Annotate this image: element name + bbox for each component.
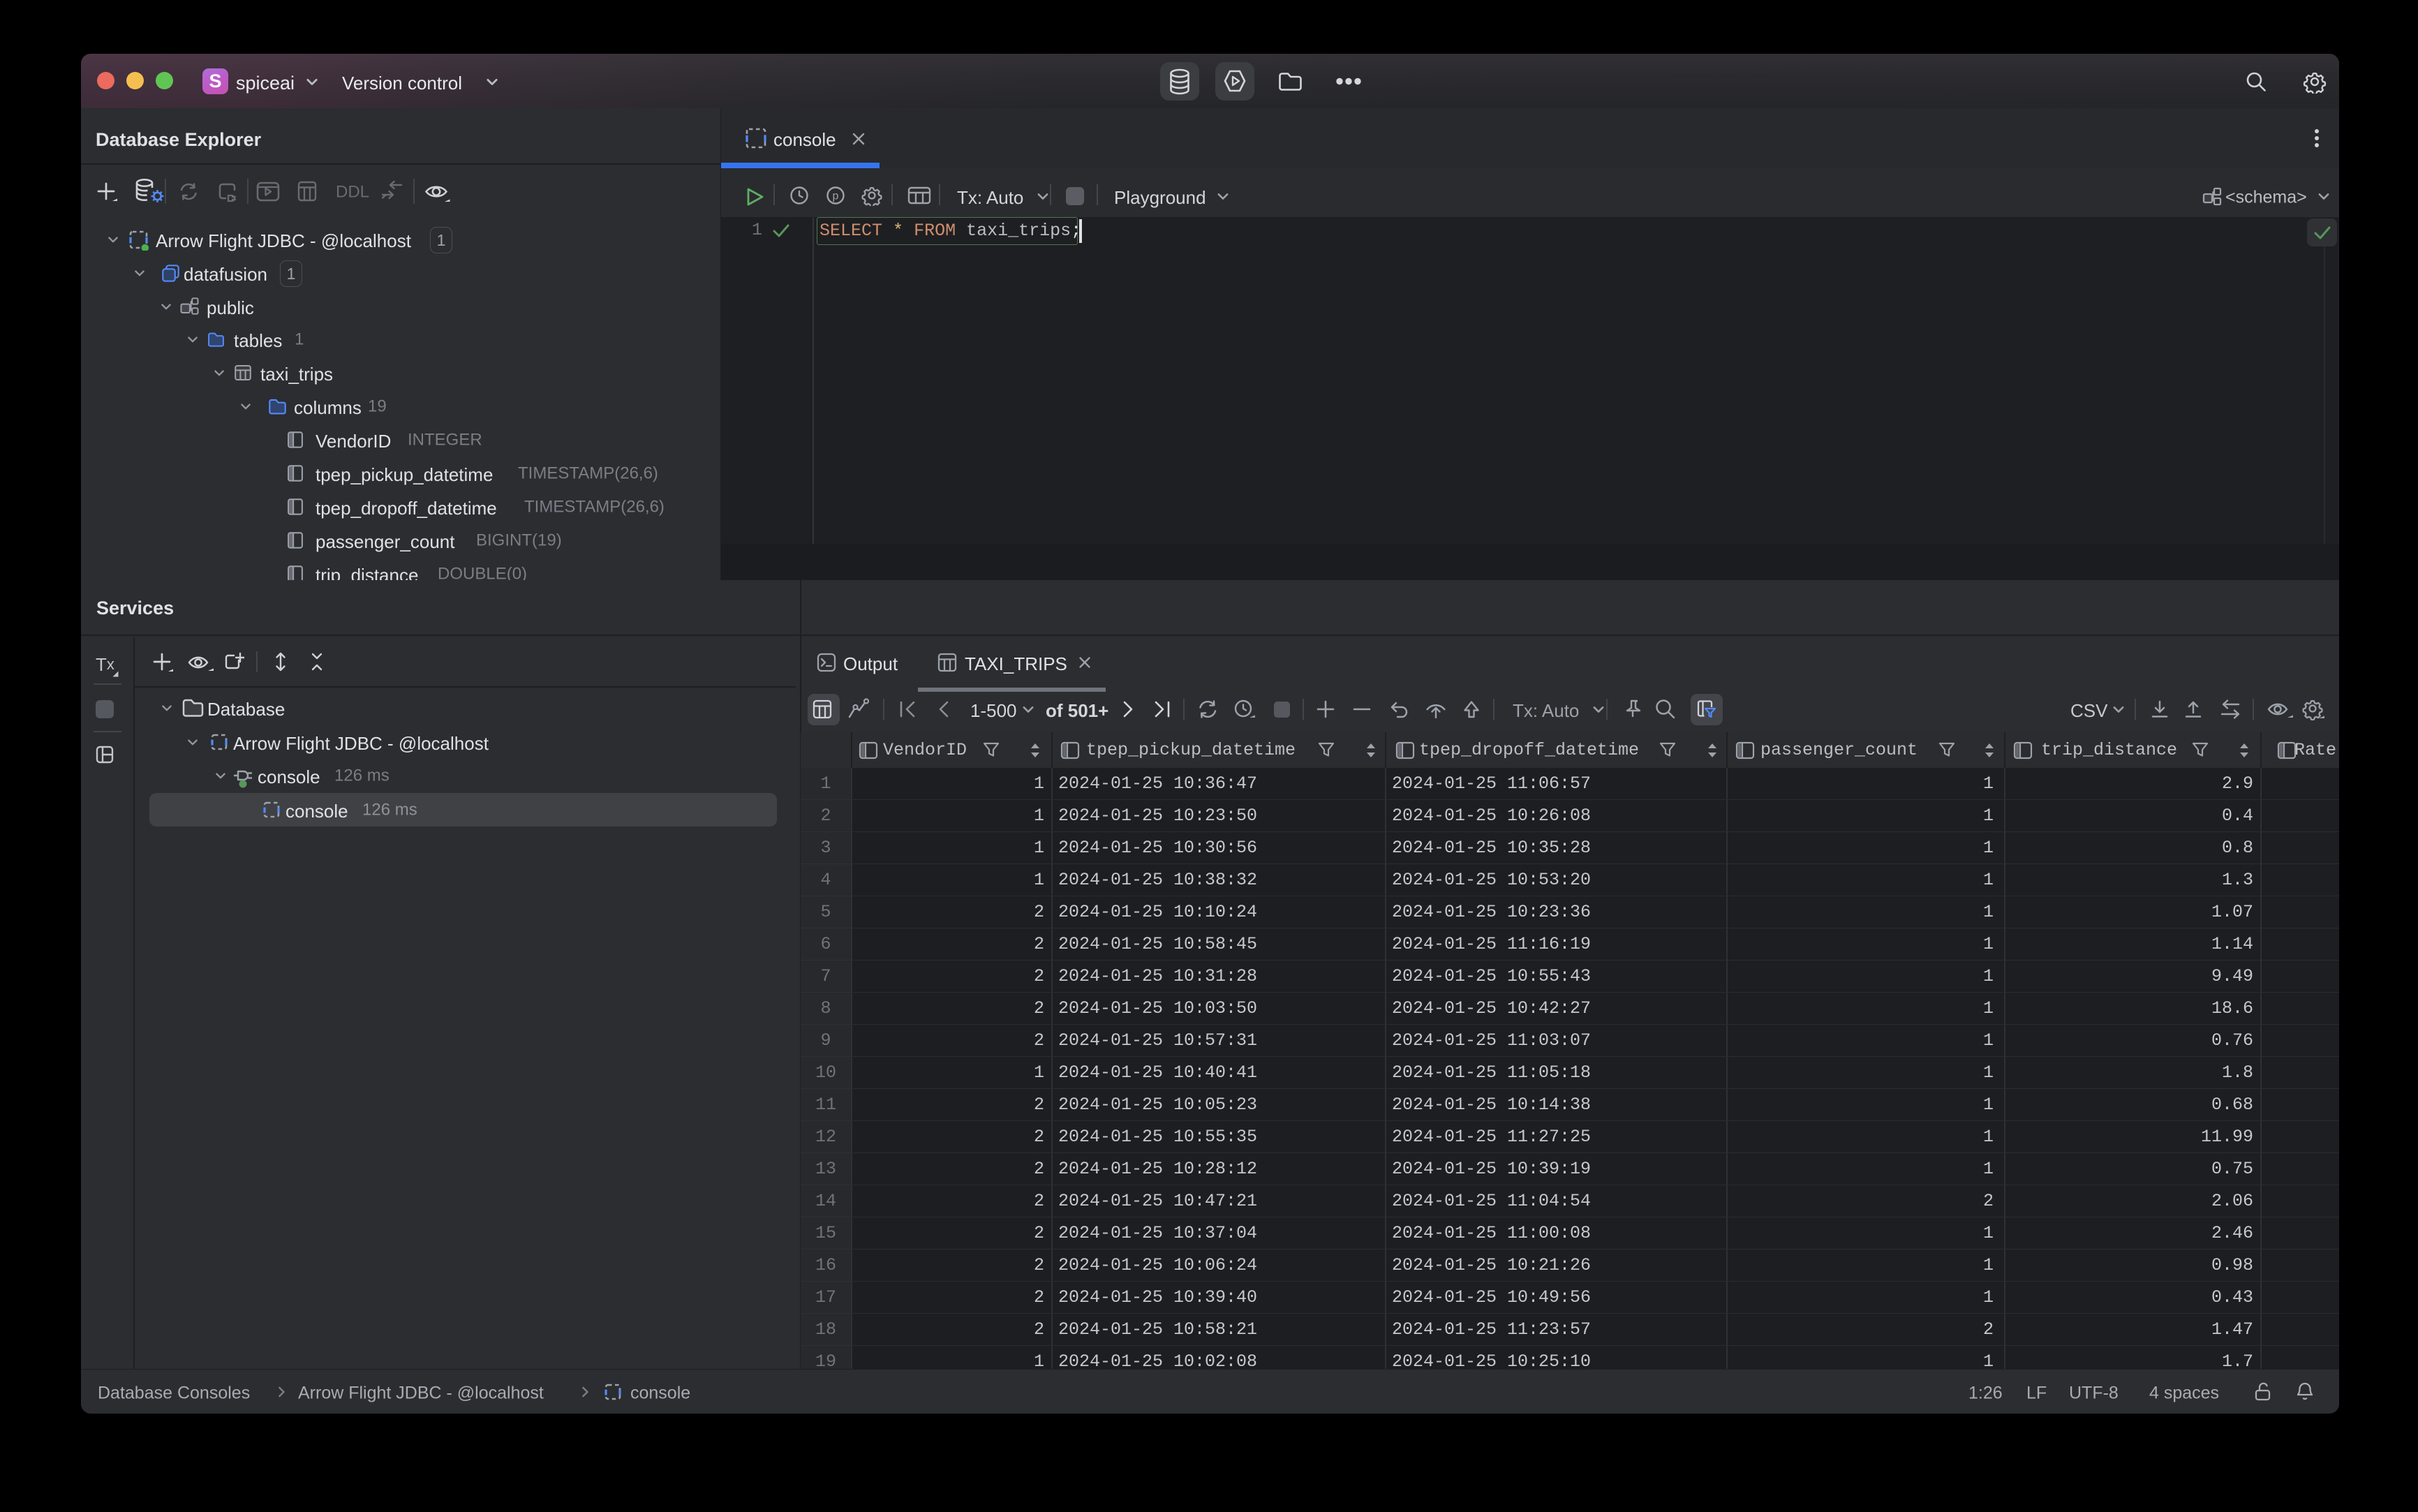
svg-text:p: p <box>833 191 839 202</box>
